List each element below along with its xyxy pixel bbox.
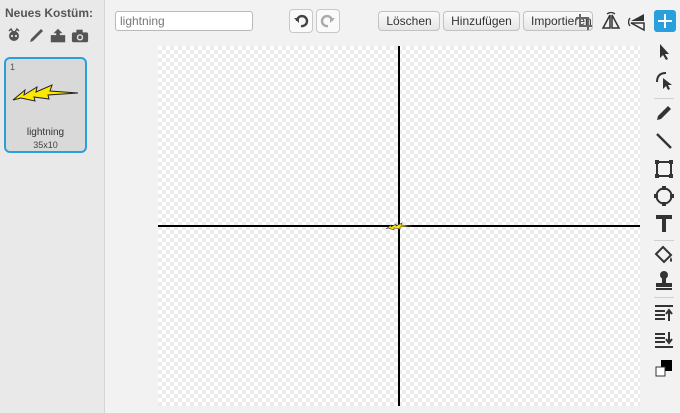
costume-name: lightning xyxy=(26,127,65,138)
costume-size: 35x10 xyxy=(33,140,58,150)
new-costume-label: Neues Kostüm: xyxy=(5,6,94,20)
line-tool-icon[interactable] xyxy=(651,129,677,153)
upload-icon[interactable] xyxy=(49,26,67,46)
costume-name-input[interactable] xyxy=(115,11,253,31)
camera-icon[interactable] xyxy=(71,26,89,46)
redo-button[interactable] xyxy=(316,9,340,33)
bring-forward-icon[interactable] xyxy=(651,301,677,325)
add-button[interactable]: Hinzufügen xyxy=(443,11,520,31)
lightning-costume[interactable] xyxy=(385,221,413,231)
redo-icon xyxy=(320,14,335,28)
fill-tool-icon[interactable] xyxy=(651,243,677,267)
flip-vertical-icon[interactable] xyxy=(627,11,649,33)
paint-new-icon[interactable] xyxy=(27,26,45,46)
reshape-tool-icon[interactable] xyxy=(651,68,677,92)
undo-button[interactable] xyxy=(289,9,313,33)
lightning-thumbnail xyxy=(12,84,79,102)
text-tool-icon[interactable] xyxy=(651,211,677,235)
send-backward-icon[interactable] xyxy=(651,328,677,352)
choose-from-library-icon[interactable] xyxy=(5,26,23,46)
costume-index: 1 xyxy=(10,62,16,72)
new-costume-tools xyxy=(5,26,89,46)
ellipse-tool-icon[interactable] xyxy=(651,184,677,208)
color-swatch-icon[interactable] xyxy=(651,356,677,380)
set-center-icon[interactable] xyxy=(654,10,676,32)
rectangle-tool-icon[interactable] xyxy=(651,157,677,181)
stamp-tool-icon[interactable] xyxy=(651,268,677,292)
costume-tile[interactable]: 1 lightning 35x10 xyxy=(4,57,87,153)
pencil-tool-icon[interactable] xyxy=(651,101,677,125)
costume-pane: Neues Kostüm: 1 lightning 35x10 xyxy=(0,0,105,413)
clear-button[interactable]: Löschen xyxy=(378,11,440,31)
undo-icon xyxy=(294,14,309,28)
flip-horizontal-icon[interactable] xyxy=(600,11,622,33)
select-tool-icon[interactable] xyxy=(651,40,677,64)
crop-icon[interactable] xyxy=(573,11,595,33)
